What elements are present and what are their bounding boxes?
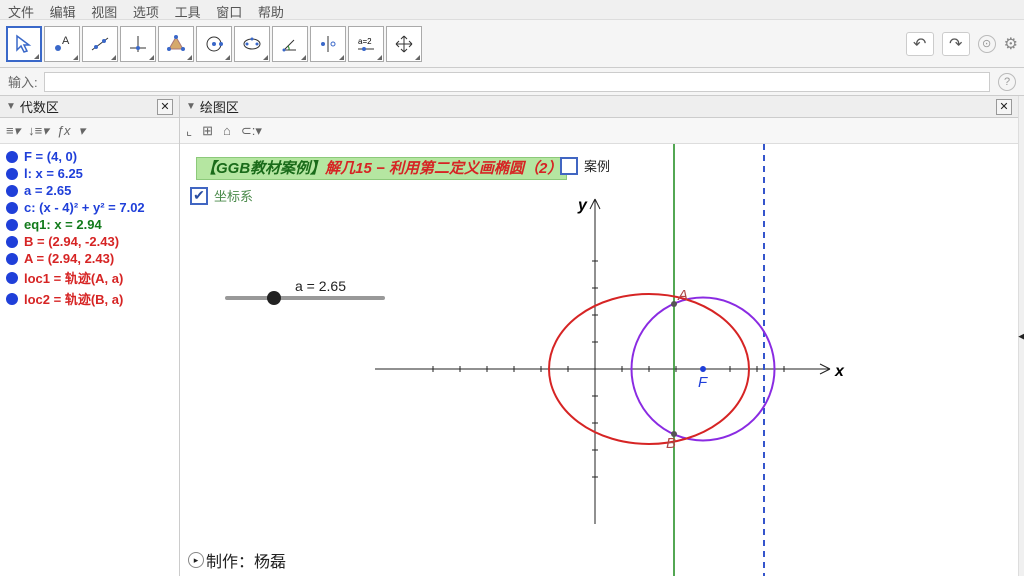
algebra-item-text: A = (2.94, 2.43) bbox=[24, 251, 114, 266]
slider-a[interactable]: a = 2.65 bbox=[225, 278, 385, 300]
coord-checkbox[interactable] bbox=[190, 187, 208, 205]
algebra-item-text: B = (2.94, -2.43) bbox=[24, 234, 119, 249]
redo-button[interactable]: ↷ bbox=[942, 32, 970, 56]
coord-label: 坐标系 bbox=[214, 186, 253, 205]
play-icon[interactable]: ▸ bbox=[188, 552, 204, 568]
slider-track[interactable] bbox=[225, 296, 385, 300]
plot-svg: x y F bbox=[180, 144, 1018, 576]
graphics-close-button[interactable]: ✕ bbox=[996, 99, 1012, 115]
algebra-item[interactable]: B = (2.94, -2.43) bbox=[2, 233, 177, 250]
algebra-header[interactable]: ▼ 代数区 ✕ bbox=[0, 96, 179, 118]
visibility-dot-icon[interactable] bbox=[6, 219, 18, 231]
tool-point[interactable]: A bbox=[44, 26, 80, 62]
algebra-item-text: eq1: x = 2.94 bbox=[24, 217, 102, 232]
input-bar: 输入: ? bbox=[0, 68, 1024, 96]
side-collapse-handle[interactable]: ◂ bbox=[1018, 96, 1024, 576]
collapse-icon: ▼ bbox=[6, 101, 16, 112]
algebra-item-text: F = (4, 0) bbox=[24, 149, 77, 164]
tool-perpendicular[interactable] bbox=[120, 26, 156, 62]
input-help-icon[interactable]: ? bbox=[998, 73, 1016, 91]
slider-thumb[interactable] bbox=[267, 291, 281, 305]
svg-text:a=2: a=2 bbox=[358, 37, 372, 46]
tool-angle[interactable] bbox=[272, 26, 308, 62]
tool-line[interactable] bbox=[82, 26, 118, 62]
menu-tools[interactable]: 工具 bbox=[175, 5, 201, 20]
svg-text:A: A bbox=[62, 35, 70, 47]
grid-toggle-icon[interactable]: ⊞ bbox=[202, 123, 213, 139]
algebra-panel: ▼ 代数区 ✕ ≡▾ ↓≡▾ ƒx ▾ F = (4, 0) l: x = 6.2… bbox=[0, 96, 180, 576]
settings-gear-icon[interactable]: ⚙ bbox=[1004, 34, 1018, 54]
main-toolbar: A a=2 ↶ ↷ ⊙ ⚙ bbox=[0, 20, 1024, 68]
slider-a-label: a = 2.65 bbox=[295, 278, 385, 294]
menu-edit[interactable]: 编辑 bbox=[50, 5, 76, 20]
home-icon[interactable]: ⌂ bbox=[223, 123, 231, 138]
menu-view[interactable]: 视图 bbox=[91, 5, 117, 20]
command-input[interactable] bbox=[44, 72, 990, 92]
algebra-sort2-icon[interactable]: ↓≡▾ bbox=[28, 123, 49, 139]
algebra-item-text: loc1 = 轨迹(A, a) bbox=[24, 268, 123, 287]
svg-text:B: B bbox=[666, 435, 676, 452]
algebra-item[interactable]: l: x = 6.25 bbox=[2, 165, 177, 182]
input-label: 输入: bbox=[8, 72, 38, 91]
svg-text:x: x bbox=[834, 363, 845, 380]
undo-button[interactable]: ↶ bbox=[906, 32, 934, 56]
graphics-toolbar: ⌞ ⊞ ⌂ ⊂:▾ bbox=[180, 118, 1018, 144]
svg-text:y: y bbox=[577, 197, 588, 214]
algebra-item[interactable]: c: (x - 4)² + y² = 7.02 bbox=[2, 199, 177, 216]
visibility-dot-icon[interactable] bbox=[6, 293, 18, 305]
graphics-panel: ▼ 绘图区 ✕ ⌞ ⊞ ⌂ ⊂:▾ x y bbox=[180, 96, 1018, 576]
visibility-dot-icon[interactable] bbox=[6, 272, 18, 284]
algebra-list: F = (4, 0) l: x = 6.25 a = 2.65 c: (x - 4)²… bbox=[0, 144, 179, 313]
svg-text:F: F bbox=[698, 374, 708, 391]
algebra-item[interactable]: A = (2.94, 2.43) bbox=[2, 250, 177, 267]
visibility-dot-icon[interactable] bbox=[6, 151, 18, 163]
coord-checkbox-row: 坐标系 bbox=[190, 186, 253, 205]
tool-slider[interactable]: a=2 bbox=[348, 26, 384, 62]
menu-window[interactable]: 窗口 bbox=[216, 5, 242, 20]
menu-options[interactable]: 选项 bbox=[133, 5, 159, 20]
algebra-item[interactable]: loc1 = 轨迹(A, a) bbox=[2, 267, 177, 288]
algebra-item[interactable]: a = 2.65 bbox=[2, 182, 177, 199]
visibility-dot-icon[interactable] bbox=[6, 185, 18, 197]
tool-move-view[interactable] bbox=[386, 26, 422, 62]
author-label: ▸ 制作：杨磊 bbox=[188, 548, 286, 572]
menu-file[interactable]: 文件 bbox=[8, 5, 34, 20]
graphics-header[interactable]: ▼ 绘图区 ✕ bbox=[180, 96, 1018, 118]
algebra-item[interactable]: loc2 = 轨迹(B, a) bbox=[2, 288, 177, 309]
collapse-icon: ▼ bbox=[186, 101, 196, 112]
case-checkbox[interactable] bbox=[560, 157, 578, 175]
tool-circle[interactable] bbox=[196, 26, 232, 62]
graphics-canvas[interactable]: x y F bbox=[180, 144, 1018, 576]
visibility-dot-icon[interactable] bbox=[6, 236, 18, 248]
menubar: 文件 编辑 视图 选项 工具 窗口 帮助 bbox=[0, 0, 1024, 20]
snap-icon[interactable]: ⊂:▾ bbox=[241, 123, 262, 139]
tool-polygon[interactable] bbox=[158, 26, 194, 62]
algebra-toolbar: ≡▾ ↓≡▾ ƒx ▾ bbox=[0, 118, 179, 144]
axes-toggle-icon[interactable]: ⌞ bbox=[186, 123, 192, 139]
lesson-title: 【GGB教材案例】解几15 − 利用第二定义画椭圆（2） bbox=[190, 154, 573, 181]
tool-transform[interactable] bbox=[310, 26, 346, 62]
case-checkbox-row: 案例 bbox=[560, 156, 610, 175]
algebra-fx-icon[interactable]: ƒx bbox=[57, 123, 71, 138]
algebra-item-text: l: x = 6.25 bbox=[24, 166, 83, 181]
algebra-close-button[interactable]: ✕ bbox=[157, 99, 173, 115]
algebra-title: 代数区 bbox=[20, 97, 59, 116]
algebra-item[interactable]: F = (4, 0) bbox=[2, 148, 177, 165]
visibility-dot-icon[interactable] bbox=[6, 253, 18, 265]
tool-move[interactable] bbox=[6, 26, 42, 62]
algebra-item-text: c: (x - 4)² + y² = 7.02 bbox=[24, 200, 145, 215]
algebra-item-text: a = 2.65 bbox=[24, 183, 71, 198]
svg-text:A: A bbox=[677, 287, 688, 304]
algebra-sort1-icon[interactable]: ≡▾ bbox=[6, 123, 20, 139]
algebra-item[interactable]: eq1: x = 2.94 bbox=[2, 216, 177, 233]
algebra-item-text: loc2 = 轨迹(B, a) bbox=[24, 289, 123, 308]
toolbar-help-icon[interactable]: ⊙ bbox=[978, 35, 996, 53]
case-label: 案例 bbox=[584, 156, 610, 175]
menu-help[interactable]: 帮助 bbox=[258, 5, 284, 20]
visibility-dot-icon[interactable] bbox=[6, 168, 18, 180]
visibility-dot-icon[interactable] bbox=[6, 202, 18, 214]
tool-conic[interactable] bbox=[234, 26, 270, 62]
algebra-dd-icon[interactable]: ▾ bbox=[78, 123, 85, 139]
graphics-title: 绘图区 bbox=[200, 97, 239, 116]
